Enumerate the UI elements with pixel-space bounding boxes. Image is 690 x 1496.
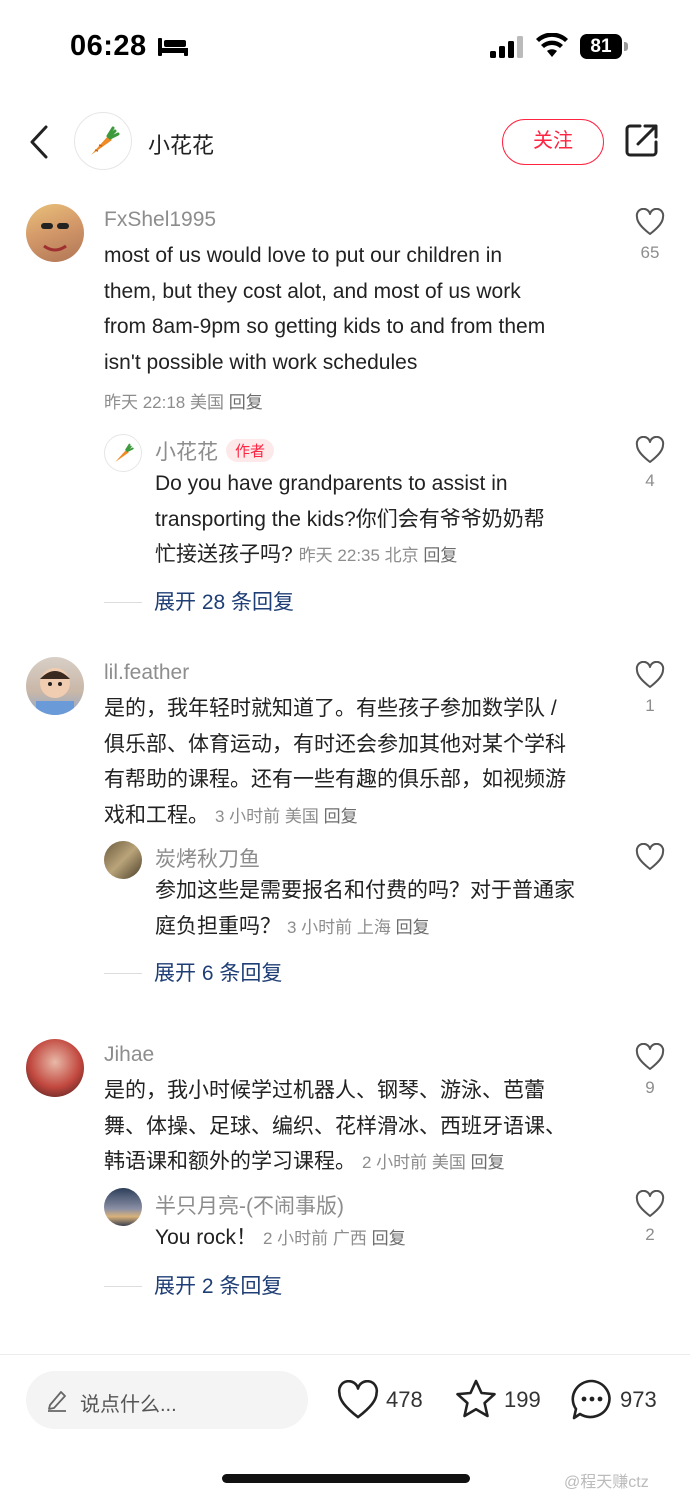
reply-text: 参加这些是需要报名和付费的吗？对于普通家 庭负担重吗？ 3 小时前 上海 回复 xyxy=(155,879,575,938)
reply-avatar[interactable] xyxy=(104,841,142,879)
like-button[interactable]: 2 xyxy=(630,1189,670,1245)
expand-label: 展开 28 条回复 xyxy=(154,591,295,614)
reply-avatar[interactable] xyxy=(104,434,142,472)
expand-label: 展开 6 条回复 xyxy=(154,962,283,985)
like-button[interactable]: 65 xyxy=(630,207,670,263)
share-icon[interactable] xyxy=(624,122,660,158)
battery-level: 81 xyxy=(590,36,612,57)
like-count: 9 xyxy=(645,1078,655,1097)
avatar[interactable] xyxy=(26,204,84,262)
favorite-button[interactable]: 199 xyxy=(454,1378,550,1422)
star-icon xyxy=(456,1379,496,1418)
heart-icon xyxy=(635,1042,665,1070)
reply-link[interactable]: 回复 xyxy=(471,1153,505,1172)
comment-time: 昨天 22:18 美国 xyxy=(104,393,224,412)
like-post-button[interactable]: 478 xyxy=(336,1378,432,1422)
heart-icon xyxy=(635,435,665,463)
watermark: @程天赚ctz xyxy=(564,1474,649,1491)
divider xyxy=(104,1286,142,1287)
reply-link[interactable]: 回复 xyxy=(396,918,430,937)
follow-button[interactable]: 关注 xyxy=(502,119,604,165)
reply-time: 昨天 22:35 北京 xyxy=(298,546,419,565)
reply-username[interactable]: 炭烤秋刀鱼 xyxy=(155,843,260,873)
comment-text: 是的，我年轻时就知道了。有些孩子参加数学队 / 俱乐部、体育运动，有时还会参加其… xyxy=(104,697,566,827)
pen-icon xyxy=(48,1391,66,1412)
battery-indicator: 81 xyxy=(580,34,628,59)
comment-meta: 昨天 22:18 美国 回复 xyxy=(104,388,263,413)
author-avatar[interactable] xyxy=(74,112,132,170)
expand-replies-button[interactable]: 展开 28 条回复 xyxy=(104,586,294,616)
back-icon[interactable] xyxy=(28,124,50,160)
wifi-icon xyxy=(536,33,568,57)
carrot-icon xyxy=(91,126,120,155)
heart-icon xyxy=(635,660,665,688)
home-indicator[interactable] xyxy=(222,1474,470,1483)
divider xyxy=(104,602,142,603)
expand-label: 展开 2 条回复 xyxy=(154,1275,283,1298)
reply-link[interactable]: 回复 xyxy=(423,546,457,565)
signal-icon xyxy=(490,36,523,58)
status-bar: 06:28 81 xyxy=(0,0,690,96)
input-placeholder: 说点什么... xyxy=(80,1394,177,1416)
reply-text: Do you have grandparents to assist in tr… xyxy=(155,472,545,566)
comment-bubble-icon xyxy=(571,1379,611,1420)
avatar[interactable] xyxy=(26,657,84,715)
like-button[interactable]: 9 xyxy=(630,1042,670,1098)
comment-time: 2 小时前 美国 xyxy=(362,1153,466,1172)
heart-icon xyxy=(635,1189,665,1217)
like-count: 1 xyxy=(645,696,655,715)
avatar[interactable] xyxy=(26,1039,84,1097)
avatar-image xyxy=(36,668,74,715)
bed-icon xyxy=(158,38,188,56)
like-count: 4 xyxy=(645,471,655,490)
comment-text: 是的，我小时候学过机器人、钢琴、游泳、芭蕾 舞、体操、足球、编织、花样滑冰、西班… xyxy=(104,1079,566,1173)
expand-replies-button[interactable]: 展开 2 条回复 xyxy=(104,1270,282,1300)
favorite-count: 199 xyxy=(504,1387,541,1412)
reply-username: 小花花 作者 xyxy=(155,436,275,466)
comment-count: 973 xyxy=(620,1387,657,1412)
author-name[interactable]: 小花花 xyxy=(148,128,214,160)
reply-time: 3 小时前 上海 xyxy=(287,917,391,937)
like-count: 478 xyxy=(386,1387,423,1412)
reply-text: You rock！ 2 小时前 广西 回复 xyxy=(155,1226,406,1249)
carrot-icon xyxy=(115,443,134,463)
post-header: 小花花 关注 xyxy=(0,110,690,174)
like-button[interactable] xyxy=(630,842,670,876)
reply-username[interactable]: 半只月亮-(不闹事版) xyxy=(155,1190,344,1220)
comment-username[interactable]: Jihae xyxy=(104,1043,154,1067)
expand-replies-button[interactable]: 展开 6 条回复 xyxy=(104,957,282,987)
like-button[interactable]: 1 xyxy=(630,660,670,716)
heart-icon xyxy=(635,842,665,870)
author-badge: 作者 xyxy=(226,439,275,462)
reply-link[interactable]: 回复 xyxy=(324,807,358,826)
comment-text: most of us would love to put our childre… xyxy=(104,244,546,374)
comment-time: 3 小时前 美国 xyxy=(215,806,319,826)
reply-username-text[interactable]: 小花花 xyxy=(155,441,218,464)
like-count: 2 xyxy=(645,1225,655,1244)
status-time: 06:28 xyxy=(70,30,147,62)
reply-time: 2 小时前 广西 xyxy=(262,1229,367,1248)
avatar-image xyxy=(41,223,69,252)
reply-link[interactable]: 回复 xyxy=(372,1229,406,1248)
comment-input[interactable]: 说点什么... xyxy=(26,1371,308,1429)
comment-username[interactable]: FxShel1995 xyxy=(104,208,216,232)
heart-icon xyxy=(337,1380,379,1419)
like-button[interactable]: 4 xyxy=(630,435,670,491)
comment-button[interactable]: 973 xyxy=(570,1378,670,1422)
bottom-divider xyxy=(0,1354,690,1355)
like-count: 65 xyxy=(640,243,660,262)
heart-icon xyxy=(635,207,665,235)
reply-link[interactable]: 回复 xyxy=(229,393,263,412)
divider xyxy=(104,973,142,974)
comment-username[interactable]: lil.feather xyxy=(104,661,189,685)
reply-avatar[interactable] xyxy=(104,1188,142,1226)
